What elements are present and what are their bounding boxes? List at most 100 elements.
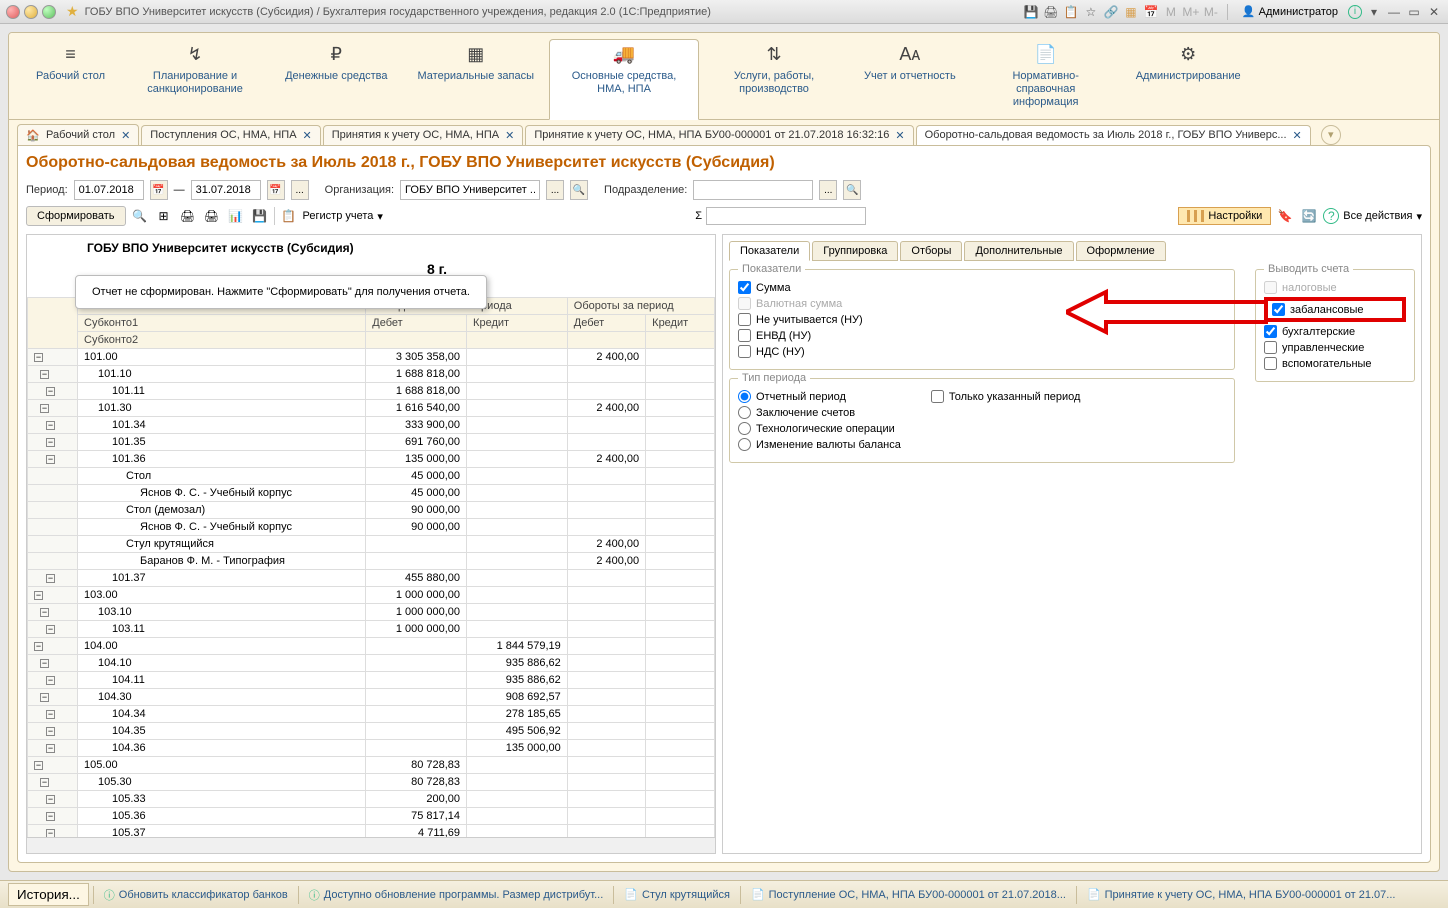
- table-row[interactable]: −105.0080 728,83: [28, 757, 715, 774]
- radio-report-period[interactable]: [738, 390, 751, 403]
- tab-desktop[interactable]: 🏠Рабочий стол✕: [17, 124, 139, 145]
- nav-materials[interactable]: ▦Материальные запасы: [403, 39, 550, 119]
- print-icon[interactable]: 🖨: [1043, 4, 1059, 20]
- tab-close-icon[interactable]: ✕: [1293, 129, 1302, 142]
- calc-icon[interactable]: ▦: [1123, 4, 1139, 20]
- help-icon[interactable]: ?: [1323, 208, 1339, 224]
- table-row[interactable]: Баранов Ф. М. - Типография2 400,00: [28, 553, 715, 570]
- chk-only-period[interactable]: [931, 390, 944, 403]
- calendar-icon[interactable]: 📅: [1143, 4, 1159, 20]
- period-picker-button[interactable]: ...: [291, 180, 309, 200]
- nav-fixed-assets[interactable]: 🚚Основные средства, НМА, НПА: [549, 39, 699, 120]
- tab-filters[interactable]: Отборы: [900, 241, 962, 261]
- refresh-icon[interactable]: 🔄: [1299, 206, 1319, 226]
- dept-input[interactable]: [693, 180, 813, 200]
- table-row[interactable]: −101.003 305 358,002 400,00: [28, 349, 715, 366]
- table-row[interactable]: −104.30908 692,57: [28, 689, 715, 706]
- horizontal-scrollbar[interactable]: [27, 837, 715, 853]
- dropdown-icon[interactable]: ▾: [1366, 4, 1382, 20]
- sb-chair[interactable]: 📄Стул крутящийся: [618, 886, 736, 903]
- table-row[interactable]: −105.3675 817,14: [28, 808, 715, 825]
- table-row[interactable]: −105.3080 728,83: [28, 774, 715, 791]
- generate-button[interactable]: Сформировать: [26, 206, 126, 226]
- tab-acceptance-list[interactable]: Принятия к учету ОС, НМА, НПА✕: [323, 125, 524, 145]
- expand-icon[interactable]: ⊞: [154, 206, 174, 226]
- table-row[interactable]: −101.301 616 540,002 400,00: [28, 400, 715, 417]
- minimize-icon[interactable]: —: [1386, 4, 1402, 20]
- dropdown-icon[interactable]: ▾: [377, 210, 383, 223]
- sigma-input[interactable]: [706, 207, 866, 225]
- chk-sum[interactable]: [738, 281, 751, 294]
- tab-balance-sheet[interactable]: Оборотно-сальдовая ведомость за Июль 201…: [916, 125, 1311, 145]
- search-icon[interactable]: 🔍: [570, 180, 588, 200]
- print2-icon[interactable]: 🖨: [202, 206, 222, 226]
- table-row[interactable]: Яснов Ф. С. - Учебный корпус90 000,00: [28, 519, 715, 536]
- win-max-icon[interactable]: [42, 5, 56, 19]
- table-row[interactable]: −104.36135 000,00: [28, 740, 715, 757]
- dropdown-icon[interactable]: ▾: [1416, 210, 1422, 223]
- table-row[interactable]: −104.10935 886,62: [28, 655, 715, 672]
- chart-icon[interactable]: 📊: [226, 206, 246, 226]
- tab-additional[interactable]: Дополнительные: [964, 241, 1073, 261]
- settings-button[interactable]: Настройки: [1178, 207, 1271, 225]
- tab-menu-icon[interactable]: ▾: [1321, 125, 1341, 145]
- nav-money[interactable]: ₽Денежные средства: [270, 39, 402, 119]
- radio-currency[interactable]: [738, 438, 751, 451]
- table-row[interactable]: −101.36135 000,002 400,00: [28, 451, 715, 468]
- nav-services[interactable]: ⇅Услуги, работы, производство: [699, 39, 849, 119]
- chk-accounting[interactable]: [1264, 325, 1277, 338]
- nav-planning[interactable]: ↯Планирование и санкционирование: [120, 39, 270, 119]
- nav-accounting[interactable]: AᴀУчет и отчетность: [849, 39, 971, 119]
- table-row[interactable]: −101.111 688 818,00: [28, 383, 715, 400]
- all-actions-button[interactable]: Все действия: [1343, 210, 1412, 222]
- star-icon[interactable]: ☆: [1083, 4, 1099, 20]
- org-input[interactable]: [400, 180, 540, 200]
- sb-update[interactable]: ⓘДоступно обновление программы. Размер д…: [303, 885, 610, 905]
- user-indicator[interactable]: 👤 Администратор: [1236, 5, 1344, 18]
- table-row[interactable]: −105.374 711,69: [28, 825, 715, 838]
- sb-receipt[interactable]: 📄Поступление ОС, НМА, НПА БУ00-000001 от…: [745, 886, 1072, 903]
- nav-desktop[interactable]: ≡Рабочий стол: [21, 39, 120, 119]
- sb-acceptance[interactable]: 📄Принятие к учету ОС, НМА, НПА БУ00-0000…: [1081, 886, 1402, 903]
- chk-nds[interactable]: [738, 345, 751, 358]
- link-icon[interactable]: 🔗: [1103, 4, 1119, 20]
- table-row[interactable]: −101.35691 760,00: [28, 434, 715, 451]
- table-row[interactable]: Стул крутящийся2 400,00: [28, 536, 715, 553]
- save-icon[interactable]: 💾: [1023, 4, 1039, 20]
- table-row[interactable]: Стол45 000,00: [28, 468, 715, 485]
- period-to-input[interactable]: [191, 180, 261, 200]
- tab-receipts[interactable]: Поступления ОС, НМА, НПА✕: [141, 125, 320, 145]
- search-icon[interactable]: 🔍: [843, 180, 861, 200]
- report-grid[interactable]: Счет Сальдо на начало периода Обороты за…: [27, 297, 715, 837]
- tab-indicators[interactable]: Показатели: [729, 241, 810, 261]
- sb-bank-classifier[interactable]: ⓘОбновить классификатор банков: [98, 885, 294, 905]
- chk-management[interactable]: [1264, 341, 1277, 354]
- table-row[interactable]: −103.111 000 000,00: [28, 621, 715, 638]
- table-row[interactable]: −104.001 844 579,19: [28, 638, 715, 655]
- table-row[interactable]: −105.33200,00: [28, 791, 715, 808]
- calendar-icon[interactable]: 📅: [150, 180, 168, 200]
- table-row[interactable]: Яснов Ф. С. - Учебный корпус45 000,00: [28, 485, 715, 502]
- chk-nu[interactable]: [738, 313, 751, 326]
- org-picker-button[interactable]: ...: [546, 180, 564, 200]
- info-icon[interactable]: i: [1348, 5, 1362, 19]
- tab-close-icon[interactable]: ✕: [895, 129, 904, 142]
- chk-offbalance[interactable]: [1272, 303, 1285, 316]
- calendar-icon[interactable]: 📅: [267, 180, 285, 200]
- table-row[interactable]: −101.34333 900,00: [28, 417, 715, 434]
- table-row[interactable]: Стол (демозал)90 000,00: [28, 502, 715, 519]
- radio-close[interactable]: [738, 406, 751, 419]
- table-row[interactable]: −104.35495 506,92: [28, 723, 715, 740]
- table-row[interactable]: −104.11935 886,62: [28, 672, 715, 689]
- tab-close-icon[interactable]: ✕: [121, 129, 130, 142]
- history-button[interactable]: История...: [8, 883, 89, 906]
- chk-auxiliary[interactable]: [1264, 357, 1277, 370]
- tab-close-icon[interactable]: ✕: [505, 129, 514, 142]
- close-icon[interactable]: ✕: [1426, 4, 1442, 20]
- save-icon[interactable]: 💾: [250, 206, 270, 226]
- print-icon[interactable]: 🖨: [178, 206, 198, 226]
- m-minus-button[interactable]: M-: [1203, 4, 1219, 20]
- m-button[interactable]: M: [1163, 4, 1179, 20]
- find-icon[interactable]: 🔍: [130, 206, 150, 226]
- restore-icon[interactable]: ▭: [1406, 4, 1422, 20]
